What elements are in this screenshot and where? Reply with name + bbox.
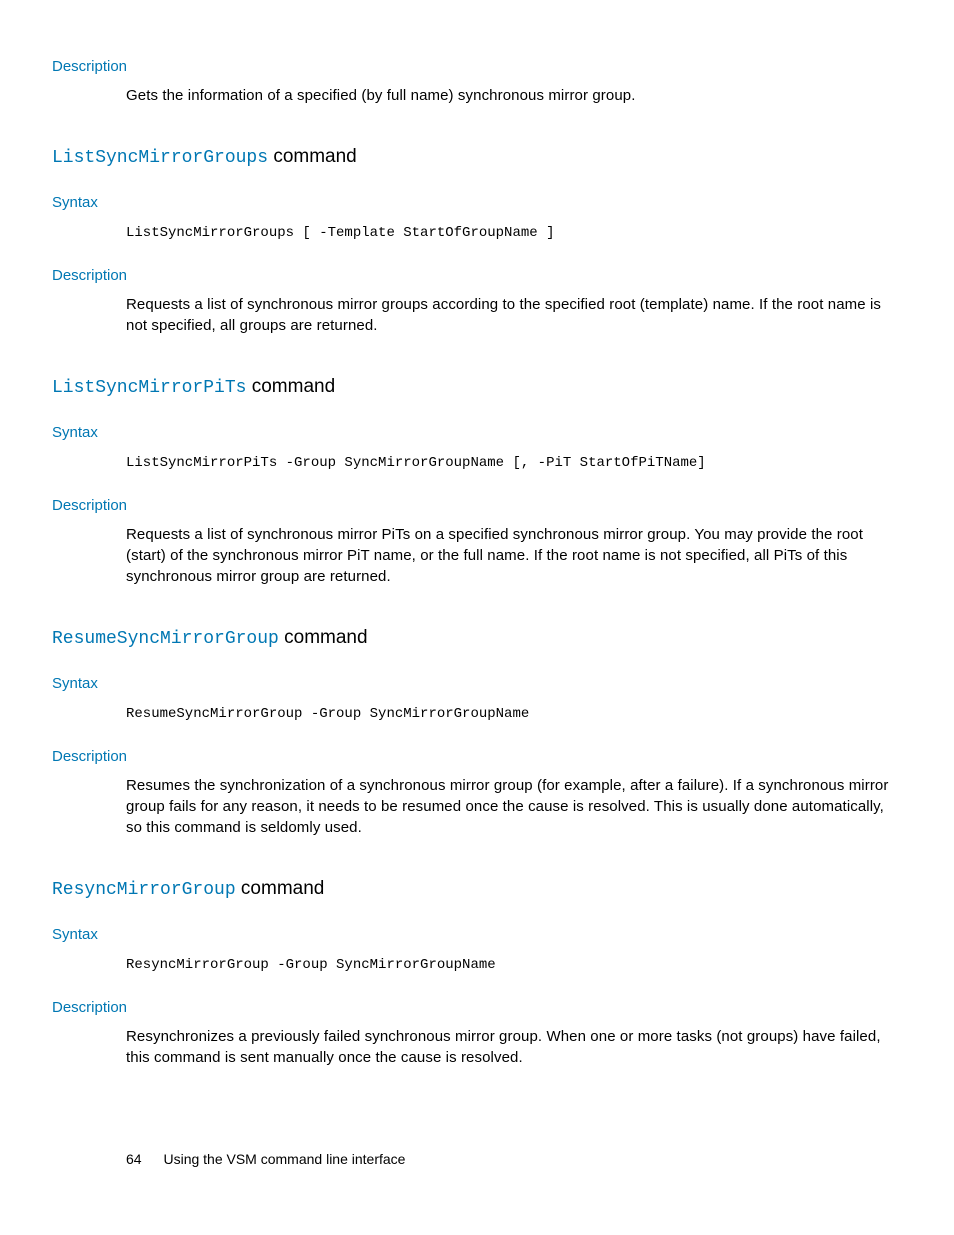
syntax-code: ListSyncMirrorGroups [ -Template StartOf… xyxy=(126,225,894,241)
page-footer: 64 Using the VSM command line interface xyxy=(126,1151,405,1167)
syntax-label: Syntax xyxy=(52,424,894,441)
command-name: ListSyncMirrorPiTs xyxy=(52,378,246,398)
description-text: Resynchronizes a previously failed synch… xyxy=(126,1026,894,1068)
description-text: Requests a list of synchronous mirror gr… xyxy=(126,294,894,336)
description-text: Requests a list of synchronous mirror Pi… xyxy=(126,524,894,587)
syntax-label: Syntax xyxy=(52,675,894,692)
syntax-code: ResyncMirrorGroup -Group SyncMirrorGroup… xyxy=(126,957,894,973)
syntax-code: ListSyncMirrorPiTs -Group SyncMirrorGrou… xyxy=(126,455,894,471)
command-suffix: command xyxy=(268,146,357,167)
section-heading-listsyncmirrorgroups: ListSyncMirrorGroups command xyxy=(52,146,894,168)
section-heading-resumesyncmirrorgroup: ResumeSyncMirrorGroup command xyxy=(52,627,894,649)
section-heading-listsyncmirrorpits: ListSyncMirrorPiTs command xyxy=(52,376,894,398)
syntax-label: Syntax xyxy=(52,194,894,211)
command-suffix: command xyxy=(279,627,368,648)
description-text: Resumes the synchronization of a synchro… xyxy=(126,775,894,838)
page-body: Description Gets the information of a sp… xyxy=(0,0,954,1118)
description-label: Description xyxy=(52,58,894,75)
command-name: ResyncMirrorGroup xyxy=(52,880,236,900)
command-name: ListSyncMirrorGroups xyxy=(52,148,268,168)
section-heading-resyncmirrorgroup: ResyncMirrorGroup command xyxy=(52,878,894,900)
description-label: Description xyxy=(52,267,894,284)
command-suffix: command xyxy=(236,878,325,899)
syntax-code: ResumeSyncMirrorGroup -Group SyncMirrorG… xyxy=(126,706,894,722)
chapter-title: Using the VSM command line interface xyxy=(163,1151,405,1167)
syntax-label: Syntax xyxy=(52,926,894,943)
description-label: Description xyxy=(52,999,894,1016)
command-suffix: command xyxy=(246,376,335,397)
description-text: Gets the information of a specified (by … xyxy=(126,85,894,106)
description-label: Description xyxy=(52,497,894,514)
command-name: ResumeSyncMirrorGroup xyxy=(52,629,279,649)
page-number: 64 xyxy=(126,1151,142,1167)
description-label: Description xyxy=(52,748,894,765)
